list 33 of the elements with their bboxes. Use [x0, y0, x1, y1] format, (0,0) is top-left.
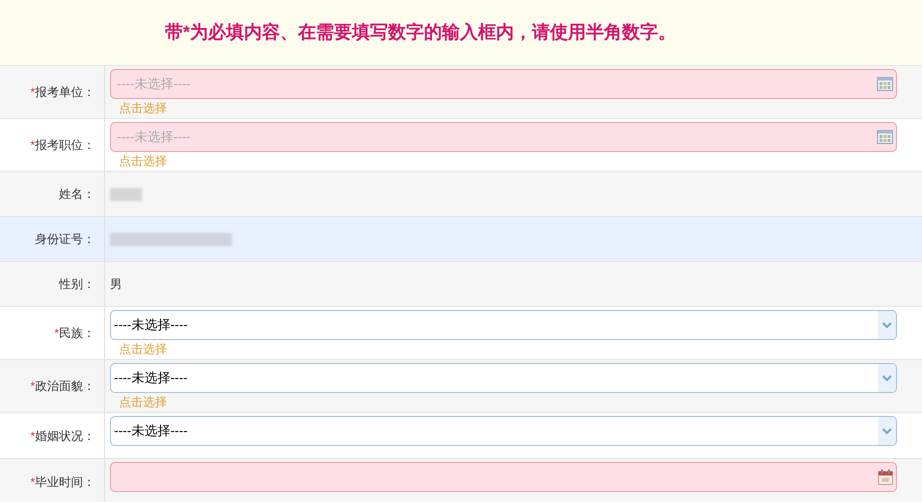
field-label: 性别： — [59, 276, 95, 293]
field-label: 报考职位： — [35, 137, 95, 154]
field-label: 姓名： — [59, 186, 95, 203]
hint-text[interactable]: 点击选择 — [110, 100, 167, 116]
chevron-down-icon — [882, 428, 892, 434]
required-mark: * — [30, 378, 35, 395]
required-mark: * — [30, 84, 35, 101]
select-field[interactable]: ----未选择---- — [110, 363, 897, 393]
field-label: 政治面貌： — [35, 378, 95, 395]
calendar-icon[interactable] — [878, 469, 893, 485]
required-mark: * — [54, 325, 59, 342]
select-field[interactable]: ----未选择---- — [110, 310, 897, 340]
chevron-down-icon — [882, 322, 892, 328]
field-label: 民族： — [59, 325, 95, 342]
notice-text: 带*为必填内容、在需要填写数字的输入框内，请使用半角数字。 — [165, 21, 676, 44]
blurred-value — [110, 188, 142, 200]
required-mark: * — [30, 474, 35, 490]
field-label: 报考单位： — [35, 84, 95, 101]
picker-field[interactable]: ----未选择---- — [110, 122, 897, 152]
field-value: 男 — [110, 276, 123, 293]
grid-icon[interactable] — [877, 130, 893, 144]
hint-text[interactable]: 点击选择 — [110, 394, 167, 410]
field-label: 毕业时间： — [35, 474, 95, 490]
hint-text[interactable]: 点击选择 — [110, 341, 167, 357]
required-mark: * — [30, 428, 35, 444]
field-label: 身份证号： — [35, 231, 95, 248]
select-field[interactable]: ----未选择---- — [110, 416, 897, 446]
required-mark: * — [30, 137, 35, 154]
picker-field[interactable]: ----未选择---- — [110, 69, 897, 99]
hint-text[interactable]: 点击选择 — [110, 153, 167, 169]
field-label: 婚姻状况： — [35, 428, 95, 444]
grid-icon[interactable] — [877, 77, 893, 91]
chevron-down-icon — [882, 374, 892, 382]
